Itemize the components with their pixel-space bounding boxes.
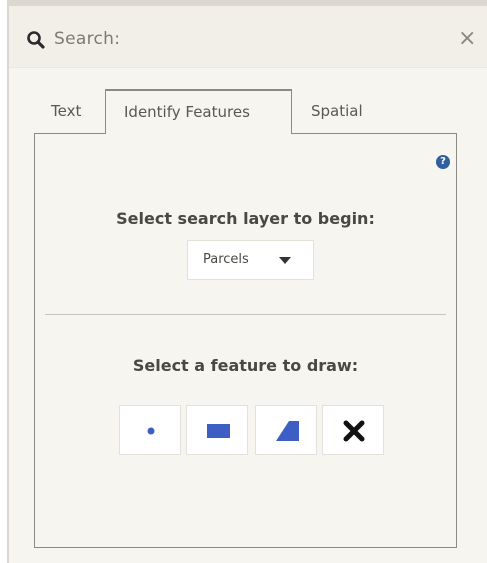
search-tabs: Text Identify Features Spatial <box>9 67 487 134</box>
clear-drawing-button[interactable] <box>322 405 384 455</box>
clear-icon <box>343 420 365 442</box>
section-divider <box>45 314 446 315</box>
help-icon[interactable]: ? <box>436 155 450 169</box>
search-layer-label: Select search layer to begin: <box>116 209 375 228</box>
draw-point-button[interactable] <box>119 405 181 455</box>
draw-rectangle-button[interactable] <box>186 405 248 455</box>
tab-identify-features[interactable]: Identify Features <box>105 89 292 134</box>
search-layer-selected-value: Parcels <box>203 252 249 267</box>
draw-feature-label: Select a feature to draw: <box>132 356 359 375</box>
tab-identify-features-label: Identify Features <box>124 103 250 121</box>
polygon-icon <box>276 421 299 441</box>
panel-title: Search: <box>54 29 121 49</box>
search-layer-select[interactable]: Parcels <box>187 240 314 280</box>
caret-down-icon <box>279 257 291 264</box>
identify-features-content: ? Select search layer to begin: Parcels … <box>34 133 457 548</box>
rectangle-icon <box>207 424 230 438</box>
panel-header: Search: × <box>9 6 487 68</box>
draw-polygon-button[interactable] <box>255 405 317 455</box>
close-icon[interactable]: × <box>458 26 476 52</box>
point-icon <box>147 427 155 435</box>
tab-spatial[interactable]: Spatial <box>311 102 363 120</box>
tab-text[interactable]: Text <box>51 102 81 120</box>
search-panel: Search: × Text Identify Features Spatial… <box>7 0 487 563</box>
search-icon <box>26 30 46 50</box>
